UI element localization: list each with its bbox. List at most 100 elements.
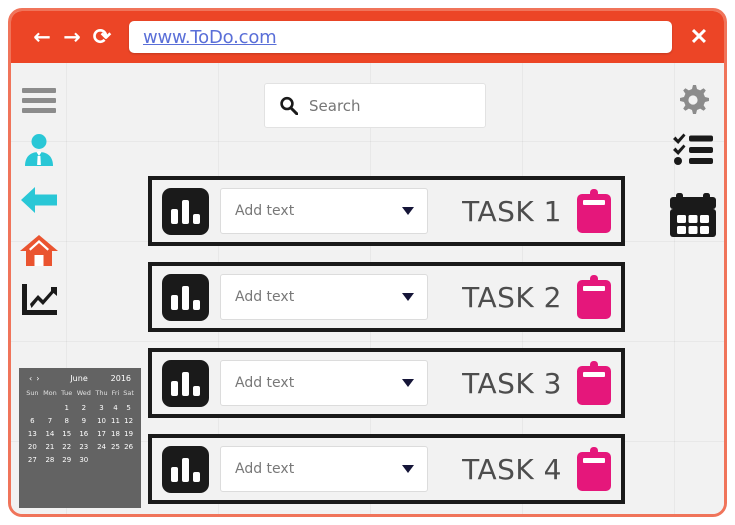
calendar-day[interactable]: 27 bbox=[24, 453, 41, 466]
right-sidebar bbox=[662, 63, 724, 514]
search-icon bbox=[280, 96, 298, 115]
clipboard-icon[interactable] bbox=[576, 188, 612, 234]
calendar-day[interactable]: 3 bbox=[93, 401, 110, 414]
search-placeholder: Search bbox=[309, 96, 361, 115]
reload-button[interactable]: ⟳ bbox=[87, 26, 117, 48]
calendar-day[interactable]: 29 bbox=[59, 453, 74, 466]
task-dropdown[interactable]: Add text bbox=[220, 274, 428, 320]
sidebar-item-analytics[interactable] bbox=[16, 277, 62, 323]
browser-window: ← → ⟳ www.ToDo.com ✕ Search Add text TAS… bbox=[8, 8, 727, 517]
calendar-week-row: 6 7 8 9 10 11 12 bbox=[24, 414, 136, 427]
task-dropdown-placeholder: Add text bbox=[235, 289, 295, 305]
calendar-day[interactable]: 17 bbox=[93, 427, 110, 440]
checklist-icon bbox=[673, 133, 713, 165]
address-input[interactable]: www.ToDo.com bbox=[143, 27, 277, 48]
clipboard-icon[interactable] bbox=[576, 360, 612, 406]
task-dropdown[interactable]: Add text bbox=[220, 446, 428, 492]
calendar-day[interactable]: 28 bbox=[41, 453, 59, 466]
chevron-down-icon bbox=[402, 293, 414, 301]
line-chart-icon bbox=[22, 284, 57, 315]
task-dropdown[interactable]: Add text bbox=[220, 188, 428, 234]
calendar-weekday: Thu bbox=[95, 389, 108, 397]
calendar-day[interactable]: 21 bbox=[41, 440, 59, 453]
calendar-day[interactable]: 30 bbox=[74, 453, 93, 466]
search-input[interactable]: Search bbox=[264, 83, 486, 128]
sidebar-item-back[interactable] bbox=[16, 177, 62, 223]
task-label: TASK 1 bbox=[462, 194, 562, 228]
sidebar-item-calendar[interactable] bbox=[665, 187, 721, 243]
calendar-week-row: 20 21 22 23 24 25 26 bbox=[24, 440, 136, 453]
task-label: TASK 2 bbox=[462, 280, 562, 314]
bar-chart-icon[interactable] bbox=[162, 445, 209, 493]
calendar-day[interactable]: 25 bbox=[110, 440, 121, 453]
calendar-day[interactable] bbox=[24, 401, 41, 414]
calendar-day[interactable]: 18 bbox=[110, 427, 121, 440]
task-dropdown[interactable]: Add text bbox=[220, 360, 428, 406]
calendar-icon bbox=[670, 193, 716, 237]
sidebar-item-settings[interactable] bbox=[670, 77, 716, 123]
address-bar[interactable]: www.ToDo.com bbox=[129, 21, 672, 53]
task-row[interactable]: Add text TASK 3 bbox=[148, 348, 625, 418]
home-icon bbox=[20, 235, 58, 266]
calendar-day[interactable]: 13 bbox=[24, 427, 41, 440]
calendar-day[interactable]: 8 bbox=[59, 414, 74, 427]
calendar-day[interactable]: 15 bbox=[59, 427, 74, 440]
calendar-day[interactable]: 24 bbox=[93, 440, 110, 453]
calendar-day[interactable]: 20 bbox=[24, 440, 41, 453]
calendar-weekday-row: Sun Mon Tue Wed Thu Fri Sat bbox=[24, 388, 136, 401]
calendar-day[interactable]: 7 bbox=[41, 414, 59, 427]
calendar-widget[interactable]: ‹ › June 2016 Sun Mon Tue Wed Thu Fri Sa… bbox=[19, 368, 141, 508]
calendar-day[interactable] bbox=[41, 401, 59, 414]
calendar-day[interactable]: 16 bbox=[74, 427, 93, 440]
sidebar-item-home[interactable] bbox=[16, 227, 62, 273]
back-button[interactable]: ← bbox=[27, 26, 57, 48]
calendar-day[interactable]: 10 bbox=[93, 414, 110, 427]
calendar-prev-button[interactable]: ‹ bbox=[27, 374, 34, 383]
calendar-day[interactable]: 23 bbox=[74, 440, 93, 453]
calendar-day[interactable]: 4 bbox=[110, 401, 121, 414]
sidebar-item-user[interactable] bbox=[16, 127, 62, 173]
page-content: Search Add text TASK 1 Add text TASK 2 A… bbox=[11, 63, 724, 514]
calendar-weekday: Tue bbox=[61, 389, 73, 397]
calendar-day[interactable] bbox=[110, 453, 121, 466]
calendar-weekday: Wed bbox=[76, 389, 91, 397]
calendar-next-button[interactable]: › bbox=[34, 374, 41, 383]
calendar-weekday: Fri bbox=[111, 389, 120, 397]
sidebar-item-checklist[interactable] bbox=[670, 127, 716, 173]
close-button[interactable]: ✕ bbox=[686, 24, 712, 50]
calendar-day[interactable]: 6 bbox=[24, 414, 41, 427]
sidebar-item-menu[interactable] bbox=[16, 77, 62, 123]
calendar-day[interactable] bbox=[93, 453, 110, 466]
calendar-grid: Sun Mon Tue Wed Thu Fri Sat 1 2 3 4 5 6 … bbox=[24, 388, 136, 466]
calendar-day[interactable]: 14 bbox=[41, 427, 59, 440]
calendar-day[interactable]: 9 bbox=[74, 414, 93, 427]
calendar-day[interactable]: 2 bbox=[74, 401, 93, 414]
chevron-down-icon bbox=[402, 207, 414, 215]
task-dropdown-placeholder: Add text bbox=[235, 375, 295, 391]
calendar-weekday: Sat bbox=[123, 389, 134, 397]
clipboard-icon[interactable] bbox=[576, 274, 612, 320]
task-row[interactable]: Add text TASK 2 bbox=[148, 262, 625, 332]
calendar-day[interactable]: 1 bbox=[59, 401, 74, 414]
calendar-day[interactable] bbox=[121, 453, 136, 466]
calendar-day[interactable]: 5 bbox=[121, 401, 136, 414]
task-row[interactable]: Add text TASK 4 bbox=[148, 434, 625, 504]
bar-chart-icon[interactable] bbox=[162, 359, 209, 407]
calendar-header: ‹ › June 2016 bbox=[24, 374, 136, 383]
back-arrow-icon bbox=[21, 187, 57, 213]
clipboard-icon[interactable] bbox=[576, 446, 612, 492]
bar-chart-icon[interactable] bbox=[162, 187, 209, 235]
task-list: Add text TASK 1 Add text TASK 2 Add text… bbox=[148, 176, 625, 514]
bar-chart-icon[interactable] bbox=[162, 273, 209, 321]
calendar-day[interactable]: 11 bbox=[110, 414, 121, 427]
task-dropdown-placeholder: Add text bbox=[235, 461, 295, 477]
calendar-day[interactable]: 12 bbox=[121, 414, 136, 427]
task-label: TASK 4 bbox=[462, 452, 562, 486]
gear-settings-icon bbox=[680, 85, 709, 114]
forward-button[interactable]: → bbox=[57, 26, 87, 48]
calendar-day[interactable]: 22 bbox=[59, 440, 74, 453]
chevron-down-icon bbox=[402, 465, 414, 473]
task-row[interactable]: Add text TASK 1 bbox=[148, 176, 625, 246]
calendar-day[interactable]: 19 bbox=[121, 427, 136, 440]
calendar-day[interactable]: 26 bbox=[121, 440, 136, 453]
